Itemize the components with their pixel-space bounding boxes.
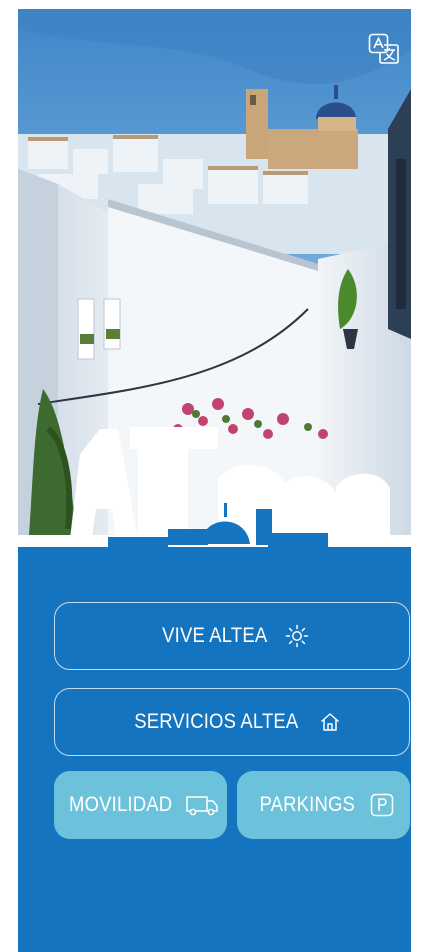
vive-altea-button[interactable]: VIVE ALTEA xyxy=(54,602,410,670)
menu-panel: VIVE ALTEA SERVICIOS ALTEA MOVILIDAD PAR… xyxy=(18,547,411,952)
home-icon xyxy=(319,711,341,733)
movilidad-label: MOVILIDAD xyxy=(68,793,173,816)
movilidad-button[interactable]: MOVILIDAD xyxy=(54,771,227,839)
vive-altea-label: VIVE ALTEA xyxy=(162,624,268,647)
app-screen: VIVE ALTEA SERVICIOS ALTEA MOVILIDAD PAR… xyxy=(18,9,411,952)
sun-icon xyxy=(285,624,309,648)
hero-image xyxy=(18,9,411,547)
translate-icon xyxy=(368,33,399,64)
parking-icon xyxy=(370,793,394,817)
servicios-altea-button[interactable]: SERVICIOS ALTEA xyxy=(54,688,410,756)
van-icon xyxy=(185,794,219,816)
translate-button[interactable] xyxy=(368,33,400,65)
parkings-label: PARKINGS xyxy=(259,793,356,816)
parkings-button[interactable]: PARKINGS xyxy=(237,771,410,839)
servicios-altea-label: SERVICIOS ALTEA xyxy=(133,710,299,733)
